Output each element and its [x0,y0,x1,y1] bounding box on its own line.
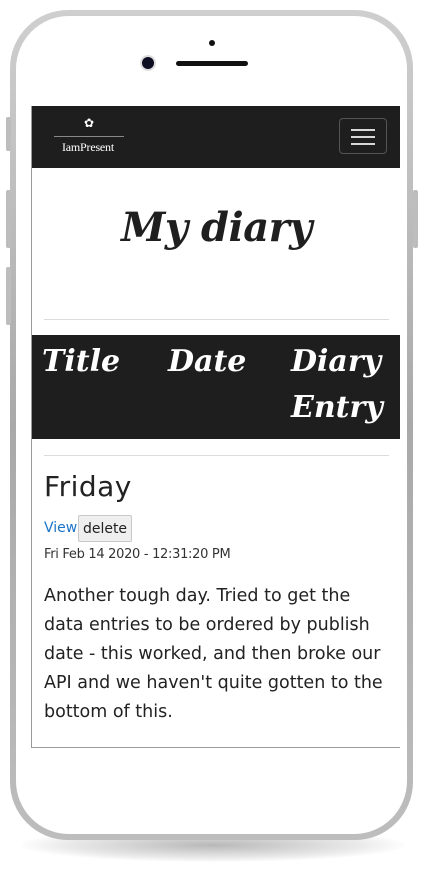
brand-divider [54,136,124,137]
divider [44,455,389,456]
entry-body: Another tough day. Tried to get the data… [44,586,383,722]
hamburger-icon [351,143,375,145]
column-header-title: Title [42,344,121,379]
hamburger-icon [351,136,375,138]
navbar-toggle-button[interactable] [339,118,387,154]
hamburger-icon [351,129,375,131]
divider [44,319,389,320]
earpiece-speaker [176,61,248,66]
view-link[interactable]: View [44,520,77,536]
delete-button[interactable]: delete [78,515,132,542]
column-header-diary-entry: Diary Entry [291,344,383,425]
proximity-sensor [209,40,215,46]
brand-name: IamPresent [62,140,114,154]
power-button [413,190,418,248]
entry-date: Fri Feb 14 2020 - 12:31:20 PM [44,547,231,562]
flower-icon: ✿ [83,116,95,130]
phone-screen: ✿ IamPresent My diary Title Date Diary E… [31,106,400,748]
page-title: My diary [121,204,312,251]
column-header-date: Date [168,344,247,379]
volume-up-button [6,190,11,248]
volume-down-button [6,267,11,325]
brand-logo[interactable]: ✿ IamPresent [46,116,130,160]
table-header: Title Date Diary Entry [32,335,400,439]
entry-title: Friday [44,470,132,503]
mute-switch [6,117,11,151]
front-camera [142,57,154,69]
navbar: ✿ IamPresent [32,106,400,168]
